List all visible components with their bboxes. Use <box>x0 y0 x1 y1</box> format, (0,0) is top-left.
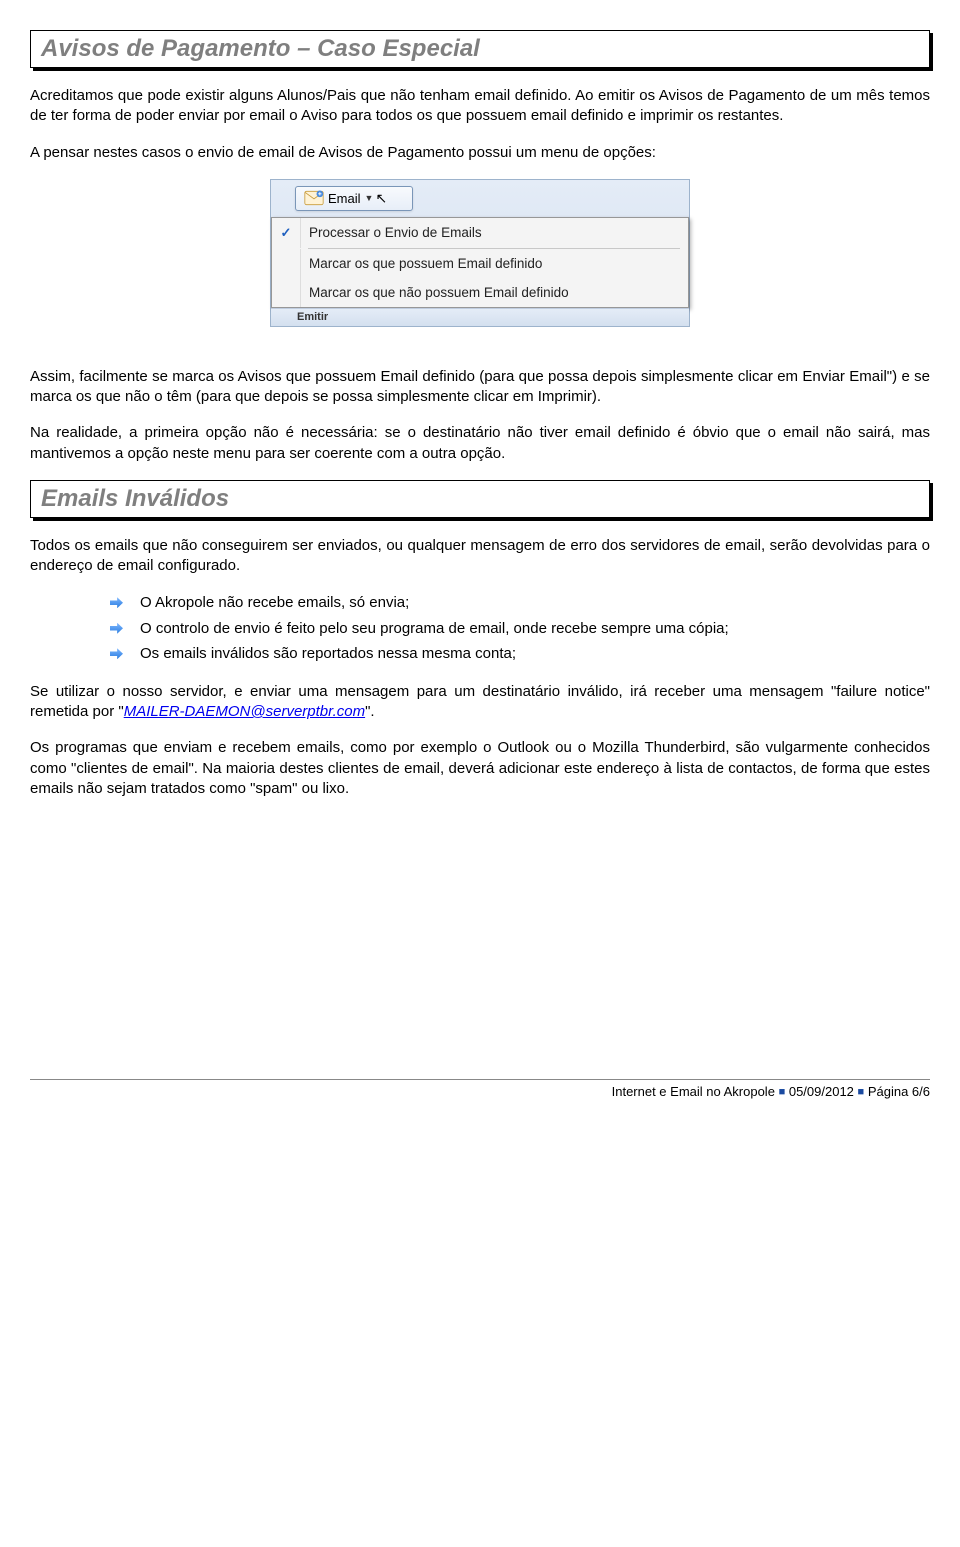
page-footer: Internet e Email no Akropole ■ 05/09/201… <box>30 1079 930 1099</box>
cursor-icon: ↖ <box>375 190 387 207</box>
bullet-list: O Akropole não recebe emails, só envia; … <box>30 592 930 666</box>
mailer-daemon-link[interactable]: MAILER-DAEMON@serverptbr.com <box>124 703 365 720</box>
paragraph: Na realidade, a primeira opção não é nec… <box>30 423 930 464</box>
paragraph: Se utilizar o nosso servidor, e enviar u… <box>30 682 930 723</box>
text-span: ". <box>365 703 375 720</box>
email-button-label: Email <box>328 191 361 206</box>
footer-doc-title: Internet e Email no Akropole <box>612 1084 775 1099</box>
square-separator-icon: ■ <box>858 1086 865 1098</box>
paragraph: Acreditamos que pode existir alguns Alun… <box>30 86 930 127</box>
dropdown-menu: ✓ Processar o Envio de Emails Marcar os … <box>271 217 689 308</box>
section-heading-1: Avisos de Pagamento – Caso Especial <box>30 30 930 68</box>
menu-item-marcar-possuem[interactable]: Marcar os que possuem Email definido <box>272 249 688 278</box>
paragraph: A pensar nestes casos o envio de email d… <box>30 143 930 163</box>
heading-2-text: Emails Inválidos <box>41 485 919 513</box>
square-separator-icon: ■ <box>779 1086 786 1098</box>
paragraph: Assim, facilmente se marca os Avisos que… <box>30 367 930 408</box>
menu-item-label: Marcar os que possuem Email definido <box>309 249 688 278</box>
chevron-down-icon: ▼ <box>365 193 374 203</box>
toolbar-emitir-label: Emitir <box>271 308 689 326</box>
footer-date: 05/09/2012 <box>789 1084 854 1099</box>
footer-page: Página 6/6 <box>868 1084 930 1099</box>
email-dropdown-button[interactable]: Email ▼ ↖ <box>295 186 413 211</box>
heading-1-text: Avisos de Pagamento – Caso Especial <box>41 35 919 63</box>
paragraph: Os programas que enviam e recebem emails… <box>30 738 930 799</box>
list-item: Os emails inválidos são reportados nessa… <box>30 643 930 666</box>
envelope-icon <box>304 190 324 206</box>
paragraph: Todos os emails que não conseguirem ser … <box>30 536 930 577</box>
list-item: O controlo de envio é feito pelo seu pro… <box>30 618 930 641</box>
menu-item-processar[interactable]: ✓ Processar o Envio de Emails <box>272 218 688 248</box>
list-item: O Akropole não recebe emails, só envia; <box>30 592 930 615</box>
menu-item-label: Marcar os que não possuem Email definido <box>309 278 688 307</box>
menu-screenshot: Email ▼ ↖ ✓ Processar o Envio de Emails … <box>270 179 690 327</box>
menu-item-label: Processar o Envio de Emails <box>309 218 688 248</box>
check-icon: ✓ <box>281 225 292 241</box>
menu-item-marcar-nao-possuem[interactable]: Marcar os que não possuem Email definido <box>272 278 688 307</box>
section-heading-2: Emails Inválidos <box>30 480 930 518</box>
